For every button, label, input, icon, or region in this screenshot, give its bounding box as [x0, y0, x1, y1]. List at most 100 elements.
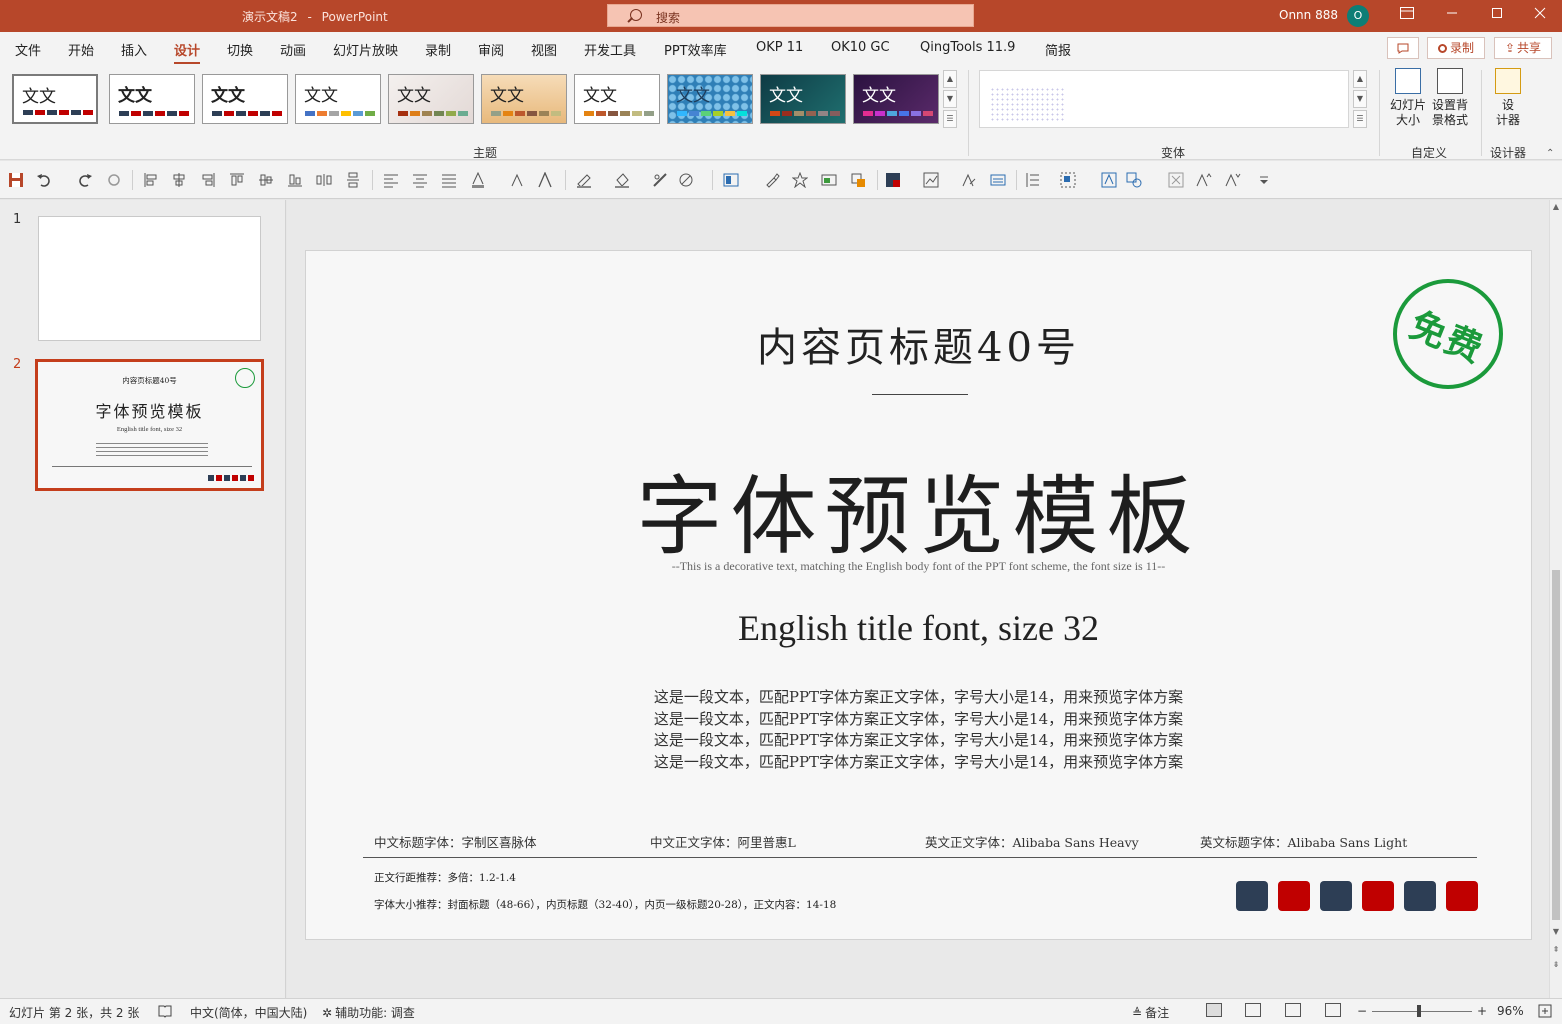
zoom-out-icon[interactable]: − — [1357, 1004, 1367, 1018]
variant-down-icon[interactable]: ▼ — [1353, 90, 1367, 108]
user-name[interactable]: Onnn 888 — [1279, 8, 1338, 22]
notes-button[interactable]: ≜ 备注 — [1132, 1004, 1169, 1021]
designer-button[interactable]: 设 计器 — [1490, 68, 1526, 128]
collapse-ribbon-icon[interactable]: ⌃ — [1546, 148, 1554, 159]
vertical-scrollbar[interactable]: ▲ ▼ ⇞ ⇟ — [1549, 200, 1562, 998]
zoom-in-icon[interactable]: + — [1477, 1004, 1487, 1018]
color-chip[interactable] — [1446, 881, 1478, 911]
theme-office[interactable]: 文文 — [12, 74, 98, 124]
maximize-button[interactable] — [1475, 0, 1519, 32]
tab-review[interactable]: 审阅 — [478, 40, 504, 59]
close-button[interactable] — [1518, 0, 1562, 32]
tab-design[interactable]: 设计 — [174, 40, 201, 65]
theme-4[interactable]: 文文 — [295, 74, 381, 124]
theme-10[interactable]: 文文 — [853, 74, 939, 124]
tab-home[interactable]: 开始 — [68, 40, 94, 59]
distribute-horizontal-icon[interactable] — [316, 172, 332, 188]
tab-record[interactable]: 录制 — [425, 40, 451, 59]
star-icon[interactable] — [792, 172, 808, 188]
align-left-icon[interactable] — [143, 172, 159, 188]
next-slide-icon[interactable]: ⇟ — [1551, 960, 1561, 970]
shrink-font-icon[interactable] — [1225, 172, 1241, 188]
theme-8[interactable]: 文文 — [667, 74, 753, 124]
color-chip[interactable] — [1362, 881, 1394, 911]
tab-transitions[interactable]: 切换 — [227, 40, 253, 59]
share-button[interactable]: ⇪ 共享 — [1494, 37, 1552, 59]
ribbon-display-options-button[interactable] — [1385, 0, 1429, 32]
language-status[interactable]: 中文(简体，中国大陆) — [190, 1004, 307, 1021]
body-text[interactable]: 这是一段文本，匹配PPT字体方案正文字体，字号大小是14，用来预览字体方案 这是… — [306, 687, 1531, 773]
fit-to-window-icon[interactable] — [1538, 1004, 1552, 1018]
font-info-cn-title[interactable]: 中文标题字体：字制区喜脉体 — [374, 832, 537, 851]
customize-toolbar-icon[interactable] — [1256, 172, 1272, 188]
increase-font-icon[interactable] — [537, 172, 553, 188]
scroll-down-icon[interactable]: ▼ — [1551, 927, 1561, 937]
insert-textbox-icon[interactable] — [723, 172, 739, 188]
english-title[interactable]: English title font, size 32 — [306, 607, 1531, 649]
minimize-button[interactable] — [1430, 0, 1474, 32]
theme-7[interactable]: 文文 — [574, 74, 660, 124]
format-background-button[interactable]: 设置背 景格式 — [1430, 68, 1470, 128]
gallery-down-icon[interactable]: ▼ — [943, 90, 957, 108]
shape-fill-icon[interactable] — [614, 172, 630, 188]
tab-file[interactable]: 文件 — [15, 40, 41, 59]
font-info-cn-body[interactable]: 中文正文字体：阿里普惠L — [650, 832, 796, 851]
text-align-left-icon[interactable] — [383, 172, 399, 188]
theme-gallery-scroll[interactable]: ▲ ▼ ☰ — [943, 70, 957, 128]
shapes-icon[interactable] — [1126, 172, 1142, 188]
theme-colors-icon[interactable] — [885, 172, 901, 188]
slide-thumbnail-1[interactable] — [38, 216, 261, 341]
theme-9[interactable]: 文文 — [760, 74, 846, 124]
align-bottom-icon[interactable] — [287, 172, 303, 188]
theme-5[interactable]: 文文 — [388, 74, 474, 124]
record-button[interactable]: 录制 — [1427, 37, 1485, 59]
reading-view-icon[interactable] — [1285, 1003, 1301, 1017]
grow-font-icon[interactable] — [1196, 172, 1212, 188]
variant-gallery[interactable] — [979, 70, 1349, 128]
chart-icon[interactable] — [923, 172, 939, 188]
tab-animations[interactable]: 动画 — [280, 40, 306, 59]
font-info-en-title[interactable]: 英文标题字体：Alibaba Sans Light — [1200, 832, 1407, 851]
save-icon[interactable] — [8, 172, 24, 188]
slideshow-view-icon[interactable] — [1325, 1003, 1341, 1017]
shape-outline-icon[interactable] — [576, 172, 592, 188]
text-box-icon[interactable] — [990, 172, 1006, 188]
delete-shape-icon[interactable] — [1168, 172, 1184, 188]
format-painter-icon[interactable] — [106, 172, 122, 188]
line-spacing-icon[interactable] — [1024, 172, 1040, 188]
current-slide[interactable]: 内容页标题40号 免费 字体预览模板 --This is a decorativ… — [305, 250, 1532, 940]
zoom-slider-knob[interactable] — [1417, 1005, 1421, 1017]
decorative-text[interactable]: --This is a decorative text, matching th… — [306, 559, 1531, 574]
note-font-size[interactable]: 字体大小推荐：封面标题（48-66），内页标题（32-40），内页一级标题20-… — [374, 897, 836, 912]
undo-icon[interactable] — [36, 172, 52, 188]
text-frame-icon[interactable] — [1101, 172, 1117, 188]
slide-sorter-icon[interactable] — [1245, 1003, 1261, 1017]
tab-brief[interactable]: 简报 — [1045, 40, 1071, 59]
font-info-en-body[interactable]: 英文正文字体：Alibaba Sans Heavy — [925, 832, 1139, 851]
scrollbar-thumb[interactable] — [1552, 570, 1560, 920]
previous-slide-icon[interactable]: ⇞ — [1551, 945, 1561, 955]
tab-slideshow[interactable]: 幻灯片放映 — [333, 40, 398, 59]
tab-qingtools[interactable]: QingTools 11.9 — [920, 40, 1015, 55]
tab-ppt-efficiency[interactable]: PPT效率库 — [664, 40, 727, 59]
slide-heading[interactable]: 内容页标题40号 — [306, 315, 1531, 373]
font-color-icon[interactable] — [470, 172, 486, 188]
align-middle-icon[interactable] — [258, 172, 274, 188]
text-align-justify-icon[interactable] — [441, 172, 457, 188]
crop-image-icon[interactable] — [850, 172, 866, 188]
text-align-center-icon[interactable] — [412, 172, 428, 188]
theme-2[interactable]: 文文 — [109, 74, 195, 124]
search-box[interactable]: 搜索 — [607, 4, 974, 27]
color-chip[interactable] — [1404, 881, 1436, 911]
slide-size-button[interactable]: 幻灯片 大小 — [1388, 68, 1428, 128]
align-top-icon[interactable] — [229, 172, 245, 188]
note-line-spacing[interactable]: 正文行距推荐：多倍：1.2-1.4 — [374, 870, 516, 885]
shape-style-icon[interactable] — [678, 172, 694, 188]
tab-view[interactable]: 视图 — [531, 40, 557, 59]
variant-more-icon[interactable]: ☰ — [1353, 110, 1367, 128]
zoom-level[interactable]: 96% — [1497, 1004, 1524, 1018]
slide-thumbnail-2[interactable]: 内容页标题40号 字体预览模板 English title font, size… — [35, 359, 264, 491]
shape-effects-icon[interactable] — [652, 172, 668, 188]
group-objects-icon[interactable] — [1060, 172, 1076, 188]
color-chip[interactable] — [1278, 881, 1310, 911]
